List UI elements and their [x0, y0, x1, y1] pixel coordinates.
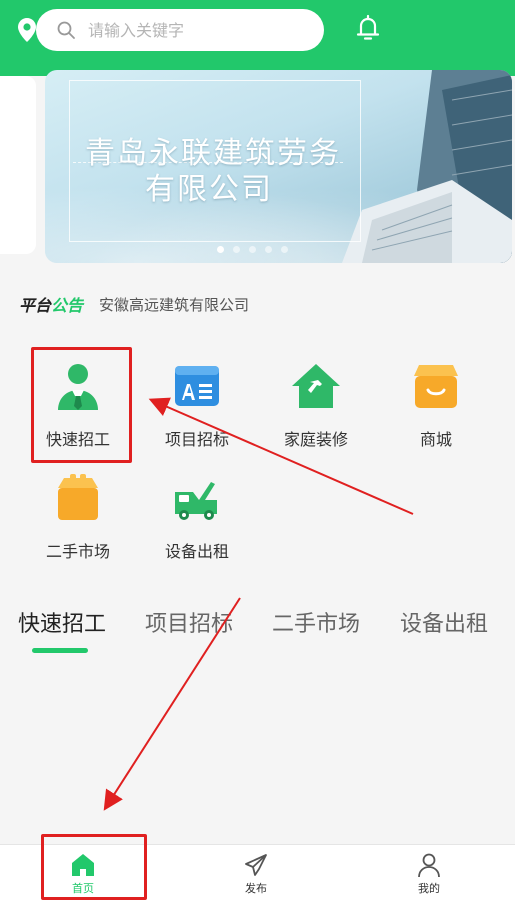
annotation-box-quick-hire: [31, 347, 132, 463]
carousel-dot[interactable]: [217, 246, 224, 253]
category-label: 商城: [419, 430, 452, 449]
category-second-hand[interactable]: 二手市场: [18, 470, 138, 562]
carousel-dot[interactable]: [249, 246, 256, 253]
tab-project-bidding[interactable]: 项目招标: [145, 606, 233, 638]
shop-icon: [414, 365, 458, 408]
nav-publish[interactable]: 发布: [216, 845, 296, 900]
category-label: 家庭装修: [283, 430, 348, 449]
annotation-box-home: [41, 834, 147, 900]
prev-banner-card[interactable]: [0, 76, 36, 254]
document-icon: [175, 366, 219, 406]
carousel-dot[interactable]: [233, 246, 240, 253]
notice-label: 平台: [19, 296, 52, 315]
nav-mine[interactable]: 我的: [389, 845, 469, 900]
notice-text: 安徽高远建筑有限公司: [99, 295, 250, 314]
category-equipment-rental[interactable]: 设备出租: [137, 470, 257, 562]
search-bar[interactable]: [36, 9, 324, 51]
search-input[interactable]: [86, 19, 290, 41]
active-tab-indicator: [32, 648, 88, 653]
carousel-dot[interactable]: [265, 246, 272, 253]
nav-label: 我的: [418, 882, 440, 895]
category-home-decoration[interactable]: 家庭装修: [256, 358, 376, 450]
box-icon: [58, 474, 98, 520]
tab-equipment-rental[interactable]: 设备出租: [400, 606, 488, 638]
banner-carousel[interactable]: 青岛永联建筑劳务 有限公司: [45, 70, 512, 263]
house-hammer-icon: [292, 364, 340, 408]
nav-label: 发布: [245, 882, 267, 895]
category-label: 设备出租: [164, 542, 229, 561]
banner-subtitle: 有限公司: [145, 172, 273, 207]
category-label: 项目招标: [164, 430, 229, 449]
search-icon: [57, 21, 75, 39]
user-icon: [418, 853, 440, 878]
notice-label-accent: 公告: [51, 296, 84, 315]
category-project-bidding[interactable]: 项目招标: [137, 358, 257, 450]
send-icon: [245, 854, 267, 876]
platform-notice[interactable]: 平台 公告 安徽高远建筑有限公司: [19, 292, 249, 316]
carousel-dot[interactable]: [281, 246, 288, 253]
tow-truck-icon: [175, 482, 217, 520]
tab-second-hand[interactable]: 二手市场: [272, 606, 360, 638]
carousel-dots: [217, 246, 288, 253]
category-mall[interactable]: 商城: [376, 358, 496, 450]
tab-quick-hire[interactable]: 快速招工: [18, 606, 106, 638]
category-label: 二手市场: [45, 542, 110, 561]
bell-icon[interactable]: [353, 13, 383, 43]
